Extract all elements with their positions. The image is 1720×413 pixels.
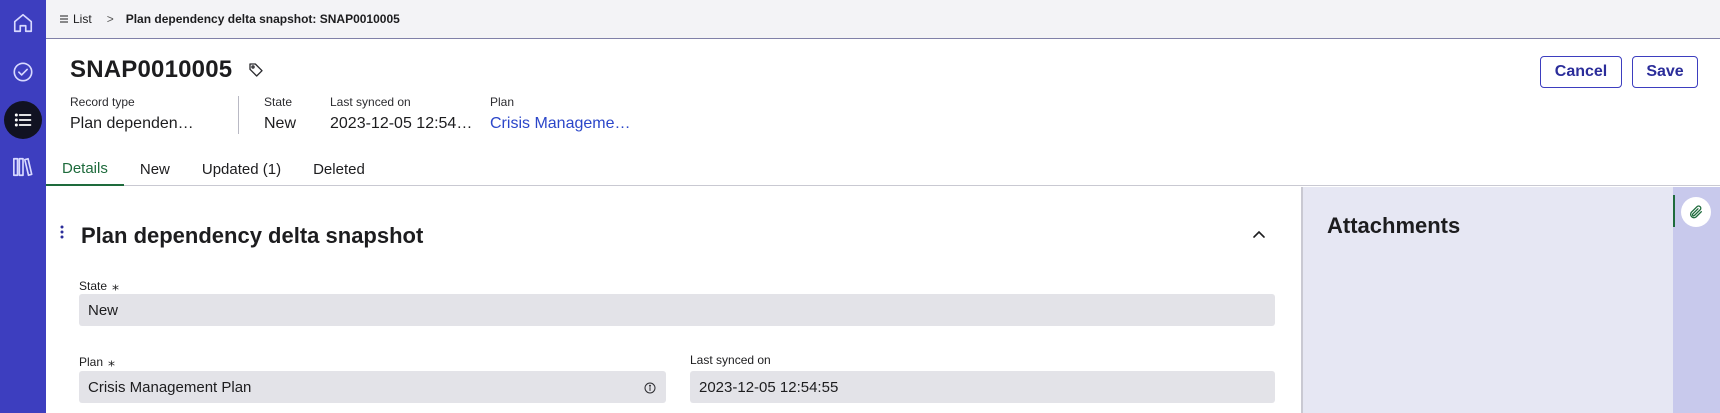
attachments-title: Attachments: [1327, 213, 1461, 238]
chevron-up-icon[interactable]: [1252, 227, 1266, 246]
more-options-icon[interactable]: [60, 225, 64, 244]
tab-new[interactable]: New: [124, 152, 186, 186]
breadcrumb-list-label: List: [73, 12, 92, 26]
meta-record-type-label: Record type: [70, 95, 135, 109]
meta-last-synced: Last synced on 2023-12-05 12:54:55: [330, 95, 474, 133]
required-marker: ⁎: [108, 353, 116, 369]
plan-field[interactable]: Crisis Management Plan: [79, 371, 666, 403]
section-title: Plan dependency delta snapshot: [81, 223, 424, 248]
tab-updated[interactable]: Updated (1): [186, 152, 297, 186]
breadcrumb-list-link[interactable]: List: [60, 12, 92, 26]
meta-record-type-value: Plan dependency delta snapshot: [70, 115, 198, 132]
meta-state: State New: [264, 95, 304, 133]
state-field-label: State ⁎: [79, 277, 119, 294]
cancel-button[interactable]: Cancel: [1540, 56, 1622, 88]
record-tabs: Details New Updated (1) Deleted: [46, 152, 381, 186]
record-number: SNAP0010005: [70, 56, 233, 83]
check-circle-icon[interactable]: [4, 53, 42, 91]
plan-field-label: Plan ⁎: [79, 353, 115, 370]
meta-plan-label: Plan: [490, 95, 515, 109]
record-header: SNAP0010005 Cancel Save Record type Plan…: [46, 40, 1720, 186]
meta-last-synced-value: 2023-12-05 12:54:55: [330, 115, 474, 132]
meta-divider: [238, 96, 239, 134]
plan-label: Plan: [79, 354, 104, 369]
breadcrumb-current: Plan dependency delta snapshot: SNAP0010…: [125, 12, 400, 26]
tag-icon[interactable]: [248, 62, 264, 83]
active-indicator: [1673, 195, 1675, 227]
required-marker: ⁎: [112, 277, 120, 293]
last-synced-label: Last synced on: [690, 353, 771, 367]
last-synced-field-label: Last synced on: [690, 353, 771, 367]
breadcrumb-separator: >: [106, 12, 114, 26]
list-icon[interactable]: [4, 101, 42, 139]
state-field[interactable]: New: [79, 294, 1275, 326]
meta-plan-link[interactable]: Crisis Management Plan: [490, 115, 632, 133]
info-icon[interactable]: [644, 381, 656, 398]
last-synced-field[interactable]: 2023-12-05 12:54:55: [690, 371, 1275, 403]
state-label: State: [79, 278, 108, 293]
meta-state-value: New: [264, 115, 297, 132]
list-icon: [60, 15, 68, 23]
meta-state-label: State: [264, 95, 293, 109]
save-button[interactable]: Save: [1632, 56, 1698, 88]
tab-details[interactable]: Details: [46, 152, 124, 186]
meta-plan: Plan Crisis Management Plan: [490, 95, 632, 133]
meta-last-synced-label: Last synced on: [330, 95, 411, 109]
breadcrumb: List > Plan dependency delta snapshot: S…: [46, 0, 1720, 39]
form-section: Plan dependency delta snapshot State ⁎ N…: [46, 187, 1301, 413]
plan-field-value: Crisis Management Plan: [88, 378, 252, 396]
home-icon[interactable]: [4, 4, 42, 42]
side-toolbar: [1673, 187, 1720, 413]
catalog-icon[interactable]: [4, 148, 42, 186]
paperclip-icon[interactable]: [1681, 197, 1711, 227]
nav-rail: [0, 0, 46, 413]
tab-deleted[interactable]: Deleted: [297, 152, 381, 186]
meta-record-type: Record type Plan dependency delta snapsh…: [70, 95, 198, 133]
attachments-panel: Attachments: [1301, 187, 1673, 413]
